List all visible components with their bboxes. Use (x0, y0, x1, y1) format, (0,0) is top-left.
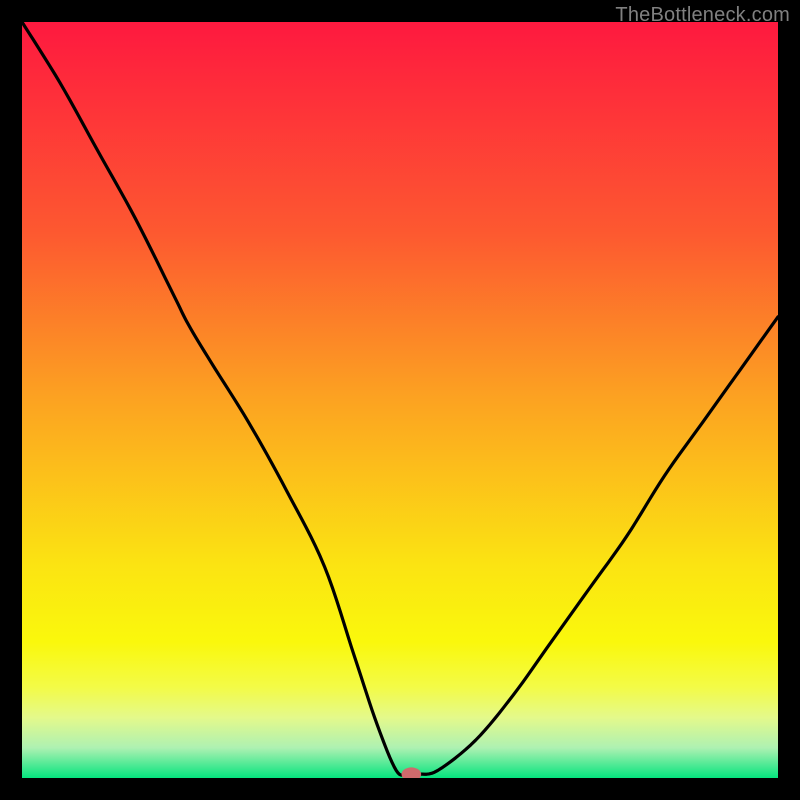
chart-svg (22, 22, 778, 778)
outer-frame: TheBottleneck.com (0, 0, 800, 800)
chart-container (22, 22, 778, 778)
chart-background (22, 22, 778, 778)
